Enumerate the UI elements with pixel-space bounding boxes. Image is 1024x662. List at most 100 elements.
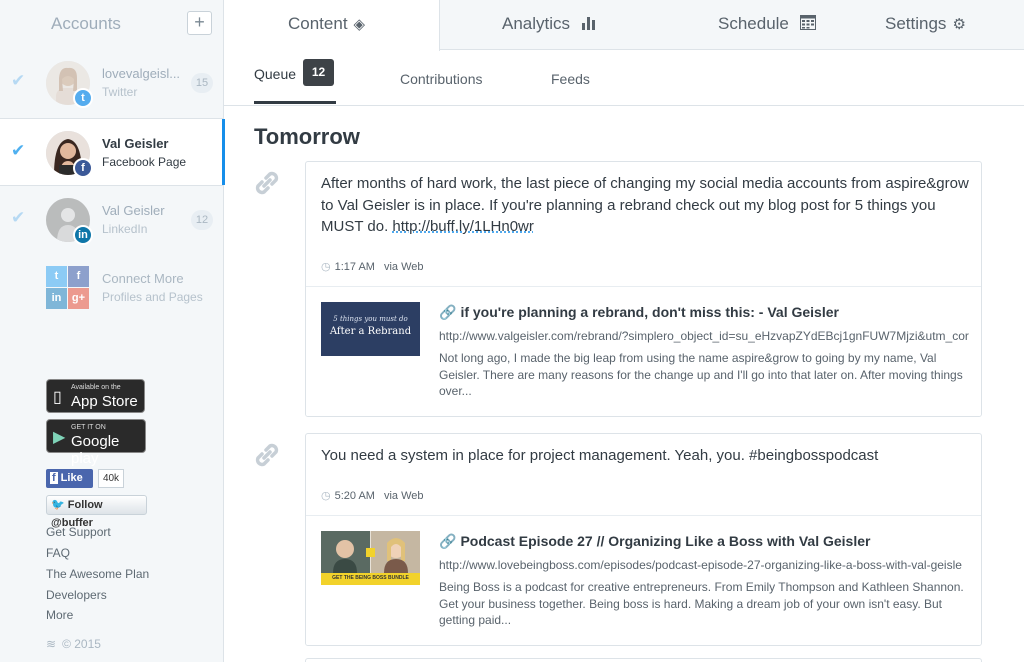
- tab-settings[interactable]: Settings ⚙: [885, 0, 966, 50]
- attachment-thumbnail: GET THE BEING BOSS BUNDLE: [321, 531, 420, 585]
- social-networks-icon: t f in g+: [46, 266, 89, 309]
- facebook-badge-icon: f: [73, 158, 93, 178]
- attachment-title[interactable]: 🔗 Podcast Episode 27 // Organizing Like a…: [439, 533, 870, 550]
- check-icon: ✔: [11, 71, 26, 90]
- twitter-bird-icon: 🐦: [51, 499, 65, 511]
- active-subtab-indicator: [254, 101, 336, 104]
- connect-more-subtitle: Profiles and Pages: [102, 290, 203, 304]
- post-time: 5:20 AM: [334, 490, 375, 502]
- tab-analytics-label: Analytics: [502, 14, 571, 33]
- copyright-text: © 2015: [62, 637, 101, 651]
- attachment-title-text: if you're planning a rebrand, don't miss…: [460, 304, 839, 320]
- post-via: via Web: [383, 261, 424, 273]
- account-linkedin[interactable]: ✔ in Val Geisler LinkedIn 12: [0, 186, 224, 254]
- google-play-small-label: GET IT ON: [71, 424, 106, 431]
- post-body: You need a system in place for project m…: [321, 447, 879, 464]
- queued-post[interactable]: After months of hard work, the last piec…: [305, 161, 982, 417]
- content-subtabs: Queue 12 Contributions Feeds: [224, 51, 1024, 106]
- play-icon: ▶: [53, 429, 66, 446]
- app-store-label: App Store: [71, 393, 138, 410]
- accounts-title: Accounts: [51, 14, 121, 33]
- post-time: 1:17 AM: [334, 261, 375, 273]
- sidebar: Accounts + ✔ t lovevalgeisl... Twitter 1…: [0, 0, 225, 662]
- tab-content-label: Content: [288, 14, 348, 33]
- link-more[interactable]: More: [46, 608, 73, 622]
- twitter-follow-button[interactable]: 🐦 Follow @buffer: [46, 495, 147, 529]
- clock-icon: ◷: [321, 261, 331, 273]
- account-name: lovevalgeisl...: [102, 66, 181, 81]
- attachment-title-text: Podcast Episode 27 // Organizing Like a …: [460, 533, 871, 549]
- queued-post[interactable]: You need a system in place for project m…: [305, 433, 982, 646]
- twitter-badge-icon: t: [73, 88, 93, 108]
- link-attachment[interactable]: 5 things you must do After a Rebrand 🔗 if…: [306, 286, 981, 416]
- app-store-small-label: Available on the: [71, 384, 121, 391]
- queue-label: Queue: [254, 66, 297, 83]
- calendar-icon: [799, 15, 816, 33]
- post-text: After months of hard work, the last piec…: [321, 173, 971, 238]
- attachment-url: http://www.lovebeingboss.com/episodes/po…: [439, 558, 962, 572]
- main-tabs: Content ◈ Analytics Schedule Settings ⚙: [224, 0, 1024, 51]
- link-awesome-plan[interactable]: The Awesome Plan: [46, 567, 149, 581]
- next-post-card: [305, 658, 982, 662]
- thumbnail-caption: GET THE BEING BOSS BUNDLE: [332, 575, 409, 581]
- link-icon: [252, 168, 282, 198]
- account-type: LinkedIn: [102, 222, 148, 236]
- post-text: You need a system in place for project m…: [321, 445, 971, 467]
- post-link[interactable]: http://buff.ly/1LHn0wr: [392, 218, 533, 235]
- linkedin-badge-icon: in: [73, 225, 93, 245]
- account-type: Twitter: [102, 85, 138, 99]
- like-count: 40k: [98, 469, 124, 488]
- accounts-header: Accounts +: [0, 0, 224, 48]
- thumbnail-line-2: After a Rebrand: [329, 326, 412, 337]
- check-icon: ✔: [11, 208, 26, 227]
- account-name: Val Geisler: [102, 203, 165, 218]
- post-meta: ◷ 5:20 AM via Web: [321, 489, 424, 502]
- queue-count-badge: 12: [303, 59, 335, 86]
- clock-icon: ◷: [321, 490, 331, 502]
- google-play-label: Google play: [71, 433, 120, 467]
- account-facebook[interactable]: ✔ f Val Geisler Facebook Page: [0, 118, 225, 186]
- post-meta: ◷ 1:17 AM via Web: [321, 260, 424, 273]
- tab-content[interactable]: Content ◈: [224, 0, 440, 51]
- bar-chart-icon: [581, 16, 597, 33]
- link-attachment[interactable]: GET THE BEING BOSS BUNDLE 🔗 Podcast Episo…: [306, 515, 981, 645]
- subtab-contributions[interactable]: Contributions: [400, 71, 483, 87]
- attachment-title[interactable]: 🔗 if you're planning a rebrand, don't mis…: [439, 304, 839, 321]
- subtab-queue[interactable]: Queue 12: [254, 59, 335, 86]
- link-small-icon: 🔗: [439, 304, 457, 320]
- subtab-feeds[interactable]: Feeds: [551, 71, 590, 87]
- buffer-logo-icon: ≋: [46, 637, 57, 651]
- attachment-url: http://www.valgeisler.com/rebrand/?simpl…: [439, 329, 969, 343]
- connect-more-title: Connect More: [102, 271, 184, 286]
- phone-icon: ▯: [53, 389, 62, 406]
- account-type: Facebook Page: [102, 155, 187, 169]
- attachment-description: Not long ago, I made the big leap from u…: [439, 351, 963, 398]
- tab-analytics[interactable]: Analytics: [502, 0, 597, 50]
- link-icon: [252, 440, 282, 470]
- tab-settings-label: Settings: [885, 14, 947, 33]
- account-queue-count: 15: [191, 73, 213, 93]
- app-store-button[interactable]: ▯ Available on the App Store: [46, 379, 145, 413]
- link-developers[interactable]: Developers: [46, 588, 107, 602]
- layers-icon: ◈: [353, 16, 366, 33]
- account-queue-count: 12: [191, 210, 213, 230]
- copyright: ≋ © 2015: [46, 637, 101, 651]
- google-play-button[interactable]: ▶ GET IT ON Google play: [46, 419, 146, 467]
- facebook-like-button[interactable]: f Like: [46, 469, 93, 488]
- attachment-description: Being Boss is a podcast for creative ent…: [439, 580, 964, 627]
- add-account-button[interactable]: +: [187, 11, 212, 35]
- day-heading: Tomorrow: [254, 124, 360, 149]
- link-get-support[interactable]: Get Support: [46, 525, 111, 539]
- link-small-icon: 🔗: [439, 533, 457, 549]
- link-faq[interactable]: FAQ: [46, 546, 70, 560]
- tab-schedule[interactable]: Schedule: [718, 0, 816, 50]
- attachment-thumbnail: 5 things you must do After a Rebrand: [321, 302, 420, 356]
- tab-schedule-label: Schedule: [718, 14, 789, 33]
- post-via: via Web: [383, 490, 424, 502]
- account-twitter[interactable]: ✔ t lovevalgeisl... Twitter 15: [0, 49, 224, 117]
- thumbnail-line-1: 5 things you must do: [333, 315, 408, 323]
- account-name: Val Geisler: [102, 136, 169, 151]
- check-icon: ✔: [11, 141, 26, 160]
- gear-icon: ⚙: [952, 16, 966, 33]
- like-label: Like: [60, 472, 83, 484]
